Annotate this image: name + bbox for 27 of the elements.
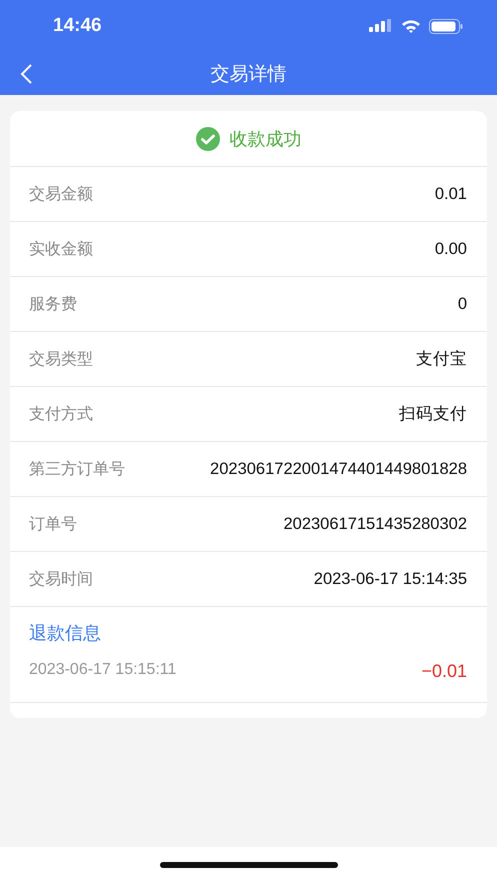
field-label: 第三方订单号 [29,460,125,480]
check-circle-icon [196,126,220,150]
status-time: 14:46 [53,15,102,37]
refund-time: 2023-06-17 15:15:11 [29,661,176,680]
result-text: 收款成功 [230,128,302,150]
field-value: 0.00 [434,240,467,258]
field-value: 0 [458,294,467,314]
wifi-icon [401,19,421,33]
signal-icon [369,19,393,33]
back-icon[interactable] [19,64,33,84]
field-label: 支付方式 [29,404,93,424]
field-label: 交易类型 [29,350,93,370]
field-value: 20230617151435280302 [283,514,467,534]
field-label: 交易时间 [29,570,93,590]
refund-amount: −0.01 [421,661,467,682]
refund-title: 退款信息 [29,622,101,645]
page-title: 交易详情 [210,62,286,86]
field-value: 0.01 [434,184,467,204]
battery-icon [429,18,463,34]
field-value: 支付宝 [416,349,467,370]
field-value: 2023-06-17 15:14:35 [314,570,467,588]
field-label: 交易金额 [29,184,93,204]
field-label: 订单号 [29,514,77,534]
field-value: 2023061722001474401449801828 [210,460,467,478]
field-label: 实收金额 [29,240,93,260]
field-value: 扫码支付 [399,404,467,425]
field-label: 服务费 [29,294,77,314]
